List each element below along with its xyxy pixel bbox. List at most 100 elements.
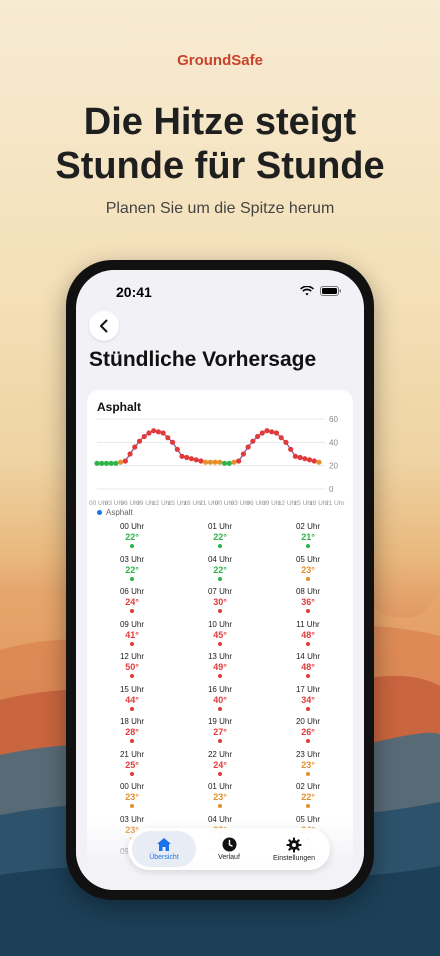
hour-time: 08 Uhr: [295, 587, 320, 596]
hour-cell: 10 Uhr 45°: [176, 620, 264, 646]
hour-time: 16 Uhr: [207, 684, 232, 694]
hour-time: 13 Uhr: [207, 652, 232, 661]
tab-overview-label: Übersicht: [149, 854, 179, 861]
phone-screen: 20:41 Stündliche Vorhersage Asphalt 60 40…: [76, 270, 364, 890]
hour-dot: [306, 771, 310, 776]
data-point: [132, 444, 138, 450]
hour-temp: 24°: [213, 759, 227, 770]
hour-time: 03 Uhr: [119, 554, 144, 564]
headline-line-2: Stunde für Stunde: [55, 145, 385, 187]
data-point: [155, 429, 162, 435]
tab-settings[interactable]: Einstellungen: [262, 831, 326, 867]
headline-line-1: Die Hitze steigt: [83, 101, 357, 143]
hour-temp: 36°: [301, 597, 315, 607]
hour-temp: 23°: [213, 792, 227, 802]
back-button[interactable]: [89, 311, 119, 341]
hour-cell: 21 Uhr 25°: [88, 750, 176, 776]
hour-temp: 48°: [301, 629, 315, 640]
data-point: [264, 428, 270, 434]
hour-dot: [306, 544, 310, 548]
y-tick-label: 60: [329, 415, 338, 424]
hour-time: 19 Uhr: [207, 717, 232, 726]
hour-temp: 23°: [301, 759, 315, 770]
data-point: [179, 453, 185, 459]
data-point: [240, 451, 247, 457]
clock-icon: [222, 837, 236, 852]
hour-temp: 48°: [301, 662, 315, 672]
wifi-icon: [300, 286, 314, 296]
hour-temp: 22°: [213, 564, 227, 575]
tab-history[interactable]: Verlauf: [197, 831, 261, 867]
hour-cell: 09 Uhr 41°: [88, 620, 176, 646]
hour-time: 18 Uhr: [119, 717, 144, 726]
data-point: [217, 459, 223, 465]
hourly-chart: 604020000 Uhr03 Uhr06 Uhr09 Uhr12 Uhr15 …: [89, 415, 345, 507]
hour-dot: [306, 641, 310, 646]
data-point: [311, 458, 317, 464]
legend-dot: [97, 510, 102, 515]
page-title: Stündliche Vorhersage: [89, 348, 317, 371]
data-point: [160, 430, 166, 436]
data-point: [146, 430, 152, 436]
hour-time: 15 Uhr: [119, 684, 144, 694]
hour-cell: 15 Uhr 44°: [88, 685, 176, 711]
legend-label: Asphalt: [106, 508, 133, 517]
data-point: [283, 439, 289, 445]
hour-temp: 34°: [301, 694, 315, 705]
hour-time: 02 Uhr: [295, 782, 320, 791]
data-point: [316, 459, 322, 465]
status-icons: [300, 286, 342, 296]
phone-frame: 20:41 Stündliche Vorhersage Asphalt 60 40…: [66, 260, 374, 900]
hour-temp: 26°: [301, 727, 315, 737]
data-point: [221, 460, 228, 466]
hour-cell: 05 Uhr 23°: [264, 555, 352, 581]
headline: Die Hitze steigt Stunde für Stunde: [0, 100, 440, 188]
hour-cell: 16 Uhr 40°: [176, 685, 264, 711]
data-point: [136, 438, 143, 444]
x-tick-label: 21 Uhr: [325, 500, 345, 507]
hour-cell: 18 Uhr 28°: [88, 717, 176, 743]
hour-cell: 02 Uhr 22°: [264, 782, 352, 808]
tab-bar: Übersicht Verlauf Einstellungen: [128, 828, 330, 870]
hour-time: 06 Uhr: [119, 587, 144, 596]
data-point: [245, 444, 251, 450]
hour-time: 09 Uhr: [119, 619, 144, 629]
hour-dot: [130, 771, 134, 776]
hour-time: 22 Uhr: [207, 749, 232, 759]
status-time: 20:41: [116, 284, 152, 300]
hour-cell: 00 Uhr 22°: [88, 522, 176, 548]
hour-cell: 06 Uhr 24°: [88, 587, 176, 613]
hour-dot: [218, 739, 222, 743]
hour-time: 20 Uhr: [295, 717, 320, 726]
data-point: [118, 459, 124, 465]
data-point: [127, 451, 133, 457]
hour-temp: 21°: [301, 532, 315, 542]
hour-time: 12 Uhr: [119, 652, 144, 661]
tab-history-label: Verlauf: [218, 854, 240, 861]
tab-settings-label: Einstellungen: [272, 854, 316, 862]
data-point: [288, 446, 294, 452]
hour-time: 14 Uhr: [295, 652, 320, 661]
hour-cell: 12 Uhr 50°: [88, 652, 176, 678]
hour-temp: 22°: [125, 532, 139, 542]
hour-time: 00 Uhr: [119, 522, 144, 531]
hour-dot: [306, 804, 310, 808]
data-point: [259, 430, 265, 436]
hour-dot: [130, 804, 134, 808]
data-point: [297, 454, 303, 461]
data-point: [236, 458, 242, 464]
hour-dot: [218, 771, 222, 776]
hour-time: 02 Uhr: [295, 522, 320, 531]
hour-temp: 41°: [125, 629, 139, 640]
forecast-card: Asphalt 60 40 20 0 00 Uhr 03 Uhr 06 Uhr 09 Uhr 1…: [87, 390, 353, 890]
tab-overview[interactable]: Übersicht: [132, 831, 196, 867]
hour-dot: [130, 641, 134, 646]
data-point: [165, 435, 171, 441]
data-point: [250, 438, 256, 444]
hour-time: 01 Uhr: [207, 782, 232, 791]
hour-time: 00 Uhr: [119, 782, 144, 791]
data-point: [292, 453, 298, 459]
hour-temp: 22°: [125, 564, 139, 575]
data-point: [184, 454, 190, 461]
card-title: Asphalt: [97, 400, 142, 414]
